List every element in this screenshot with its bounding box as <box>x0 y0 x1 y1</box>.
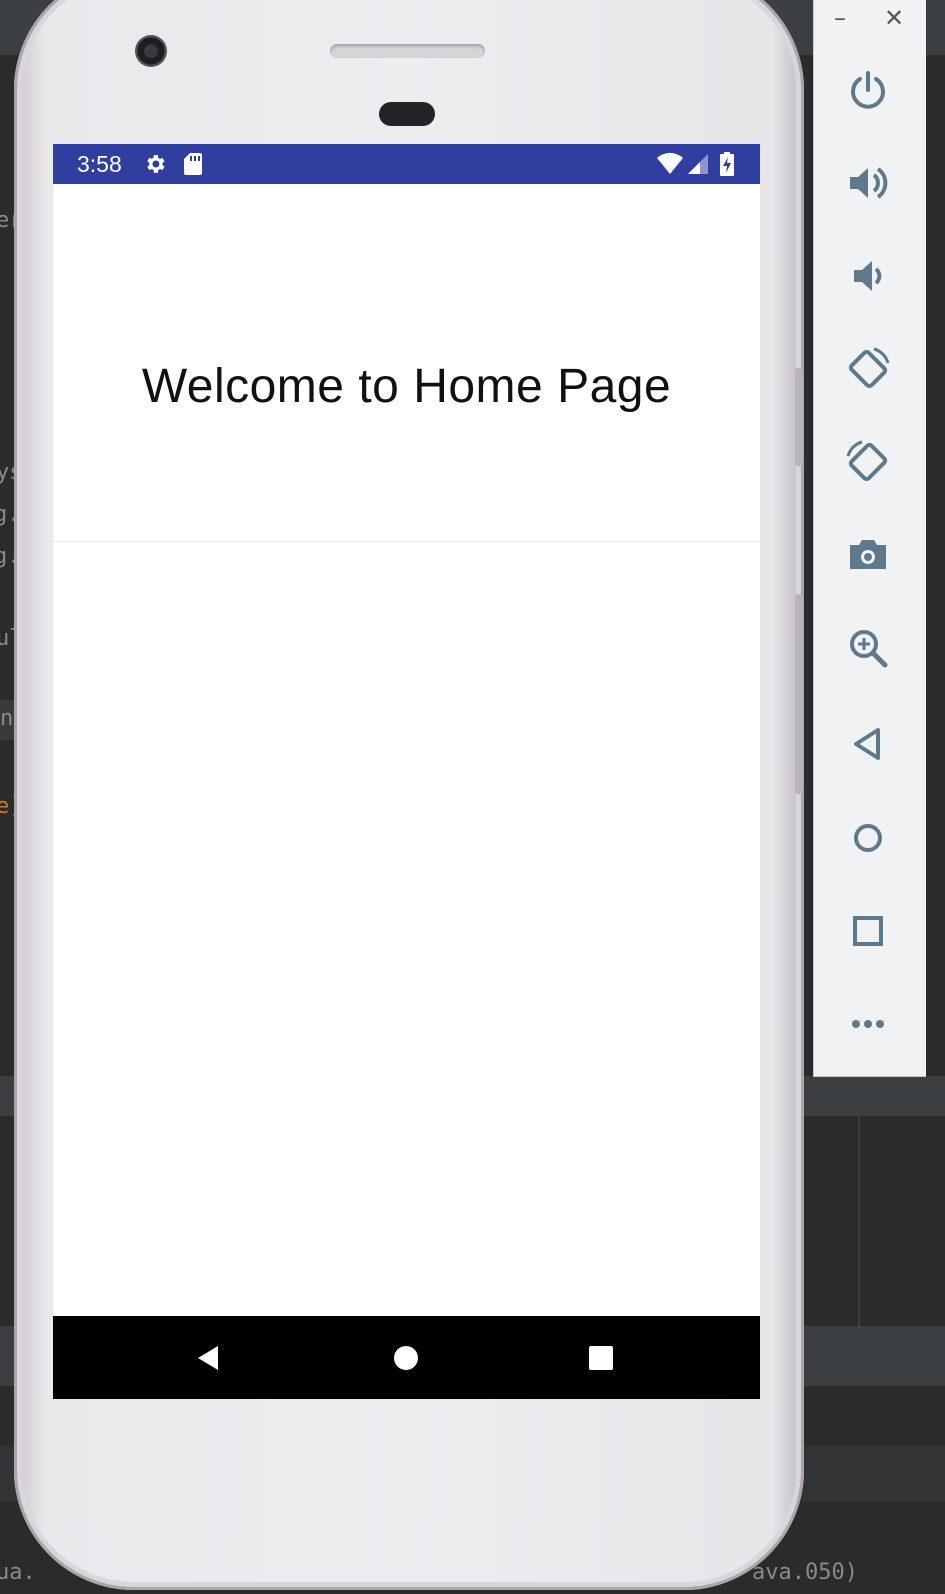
app-content: Welcome to Home Page <box>53 184 760 541</box>
camera-icon[interactable] <box>844 531 892 579</box>
divider <box>53 541 760 542</box>
emulator-toolbar: – ✕ <box>813 0 926 1077</box>
more-icon[interactable] <box>844 1000 892 1048</box>
ide-code-fragment: ava.050) <box>752 1560 858 1585</box>
zoom-icon[interactable] <box>844 624 892 672</box>
home-icon[interactable] <box>392 1344 420 1372</box>
earpiece <box>330 44 485 58</box>
ide-splitter <box>858 1076 860 1326</box>
close-button[interactable]: ✕ <box>884 4 904 32</box>
sd-card-icon <box>183 152 203 180</box>
welcome-text: Welcome to Home Page <box>141 360 672 413</box>
battery-charging-icon <box>719 152 735 180</box>
overview-icon[interactable] <box>844 907 892 955</box>
status-time: 3:58 <box>77 151 122 177</box>
power-icon[interactable] <box>844 66 892 114</box>
back-icon[interactable] <box>844 720 892 768</box>
phone-side-button <box>795 368 803 466</box>
rotate-left-icon[interactable] <box>844 345 892 393</box>
ide-code-fragment: n <box>0 706 14 731</box>
settings-icon <box>143 152 167 180</box>
device-screen[interactable]: 3:58 Welcome to Home Page <box>53 144 760 1399</box>
rotate-right-icon[interactable] <box>844 438 892 486</box>
emulator-window-controls: – ✕ <box>814 0 926 36</box>
wifi-icon <box>656 152 684 180</box>
cell-signal-icon <box>686 152 710 180</box>
recents-icon[interactable] <box>587 1344 615 1372</box>
phone-volume-rocker <box>795 594 803 794</box>
navigation-bar <box>53 1316 760 1399</box>
front-camera-icon <box>135 35 167 67</box>
home-icon[interactable] <box>844 814 892 862</box>
volume-down-icon[interactable] <box>844 252 892 300</box>
proximity-sensor <box>379 102 435 126</box>
ide-code-fragment: ua. <box>0 1560 36 1585</box>
back-icon[interactable] <box>194 1344 222 1372</box>
status-bar: 3:58 <box>53 144 760 184</box>
volume-up-icon[interactable] <box>844 159 892 207</box>
minimize-button[interactable]: – <box>834 4 846 32</box>
